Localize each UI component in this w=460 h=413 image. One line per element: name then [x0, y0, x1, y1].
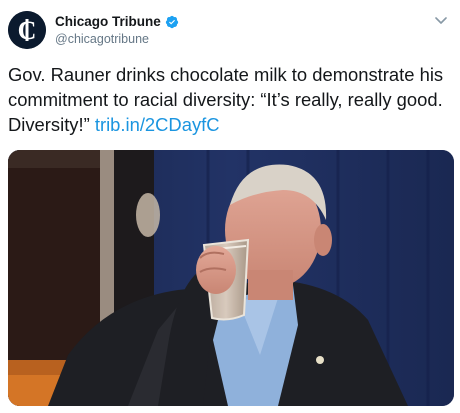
tweet-link[interactable]: trib.in/2CDayfC [95, 114, 220, 135]
avatar[interactable]: C [8, 11, 46, 49]
display-name-row[interactable]: Chicago Tribune [55, 14, 179, 29]
tweet-text: Gov. Rauner drinks chocolate milk to dem… [8, 62, 454, 137]
chevron-down-icon[interactable] [434, 14, 448, 28]
chicago-tribune-logo-icon: C [8, 11, 46, 49]
tweet-card: C Chicago Tribune @chicagotribune Gov. R… [0, 0, 460, 413]
tweet-body: Gov. Rauner drinks chocolate milk to dem… [8, 64, 444, 135]
display-name[interactable]: Chicago Tribune [55, 14, 161, 29]
photo-illustration [8, 150, 454, 406]
verified-badge-icon [165, 15, 179, 29]
tweet-photo[interactable] [8, 150, 454, 406]
handle[interactable]: @chicagotribune [55, 32, 149, 46]
